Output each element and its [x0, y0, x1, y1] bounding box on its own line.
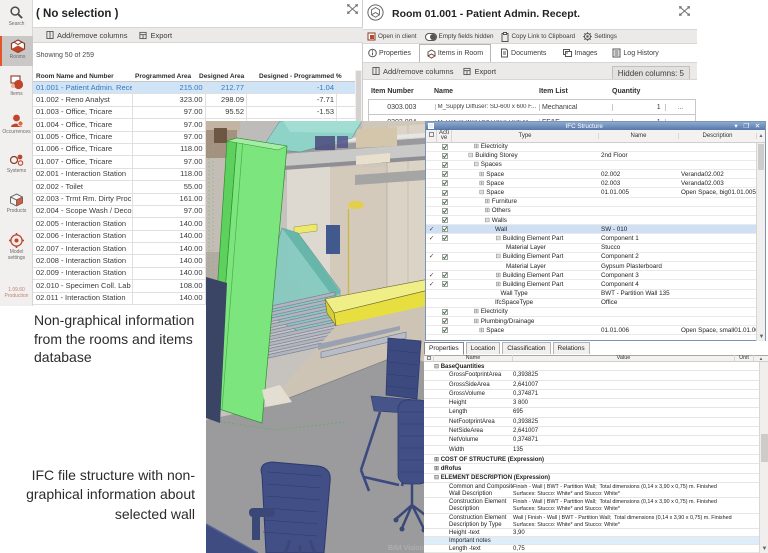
svg-text:BIM Vision: BIM Vision: [388, 543, 424, 552]
